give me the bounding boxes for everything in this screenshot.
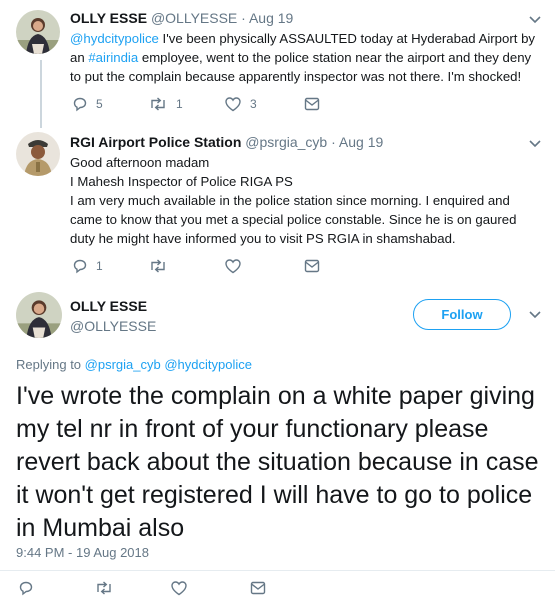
message-icon [250, 581, 266, 595]
tweet-text: Good afternoon madam I Mahesh Inspector … [70, 153, 542, 248]
main-tweet-actions [18, 580, 266, 596]
tweet-actions: 1 [72, 258, 320, 274]
direct-message-button[interactable] [304, 259, 320, 273]
like-count: 3 [250, 97, 257, 111]
tweet-rgi-police[interactable]: RGI Airport Police Station @psrgia_cyb ·… [0, 128, 555, 288]
tweet-text-line: I Mahesh Inspector of Police RIGA PS [70, 174, 293, 189]
hashtag-link[interactable]: #airindia [88, 50, 138, 65]
replying-to: Replying to @psrgia_cyb @hydcitypolice [16, 357, 252, 372]
avatar[interactable] [16, 10, 60, 54]
like-icon [225, 97, 241, 112]
chevron-down-icon[interactable] [528, 13, 542, 27]
author-handle[interactable]: @OLLYESSE [70, 318, 156, 334]
main-tweet-text: I've wrote the complain on a white paper… [16, 382, 539, 542]
like-button[interactable]: 3 [224, 96, 304, 112]
replying-prefix: Replying to [16, 357, 85, 372]
reply-button[interactable]: 1 [72, 258, 148, 274]
retweet-icon [151, 259, 165, 273]
tweet-text-line: I am very much available in the police s… [70, 193, 517, 246]
tweet-actions: 5 1 3 [72, 96, 320, 112]
follow-button[interactable]: Follow [413, 299, 511, 330]
author-name[interactable]: RGI Airport Police Station [70, 134, 241, 150]
reply-icon [19, 581, 33, 596]
tweet-text: @hydcitypolice I've been physically ASSA… [70, 29, 542, 86]
avatar[interactable] [16, 292, 62, 338]
message-icon [304, 259, 320, 273]
like-icon [171, 581, 187, 596]
tweet-time[interactable]: Aug 19 [249, 10, 293, 26]
retweet-icon [97, 581, 111, 595]
separator-dot: · [331, 134, 336, 150]
retweet-icon [151, 97, 165, 111]
message-icon [304, 97, 320, 111]
retweet-button[interactable] [94, 580, 170, 596]
reply-button[interactable]: 5 [72, 96, 148, 112]
tweet-text-line: Good afternoon madam [70, 155, 210, 170]
separator-dot: · [241, 10, 246, 26]
mention-link[interactable]: @psrgia_cyb [85, 357, 161, 372]
reply-count: 5 [96, 97, 103, 111]
author-name[interactable]: OLLY ESSE [70, 298, 147, 314]
tweet-timestamp[interactable]: 9:44 PM - 19 Aug 2018 [16, 545, 149, 560]
retweet-count: 1 [176, 97, 183, 111]
reply-button[interactable] [18, 580, 94, 596]
chevron-down-icon[interactable] [528, 308, 542, 322]
mention-link[interactable]: @hydcitypolice [70, 31, 159, 46]
reply-count: 1 [96, 259, 103, 273]
reply-icon [73, 97, 87, 112]
tweet-olly-esse[interactable]: OLLY ESSE @OLLYESSE · Aug 19 @hydcitypol… [0, 0, 555, 128]
like-icon [225, 259, 241, 274]
like-button[interactable] [224, 258, 304, 274]
reply-icon [73, 259, 87, 274]
author-handle[interactable]: @psrgia_cyb [245, 134, 327, 150]
mention-link[interactable]: @hydcitypolice [164, 357, 252, 372]
author-name[interactable]: OLLY ESSE [70, 10, 147, 26]
tweet-header: OLLY ESSE @OLLYESSE · Aug 19 [70, 10, 293, 26]
like-button[interactable] [170, 580, 250, 596]
direct-message-button[interactable] [250, 581, 266, 595]
retweet-button[interactable]: 1 [148, 96, 224, 112]
tweet-header: RGI Airport Police Station @psrgia_cyb ·… [70, 134, 383, 150]
avatar[interactable] [16, 132, 60, 176]
chevron-down-icon[interactable] [528, 137, 542, 151]
author-handle[interactable]: @OLLYESSE [151, 10, 237, 26]
retweet-button[interactable] [148, 258, 224, 274]
tweet-text-part: employee, went to the police station nea… [70, 50, 532, 84]
divider [0, 570, 555, 571]
main-author-name[interactable]: OLLY ESSE [70, 298, 147, 314]
direct-message-button[interactable] [304, 97, 320, 111]
main-author-handle[interactable]: @OLLYESSE [70, 318, 156, 334]
tweet-time[interactable]: Aug 19 [339, 134, 383, 150]
